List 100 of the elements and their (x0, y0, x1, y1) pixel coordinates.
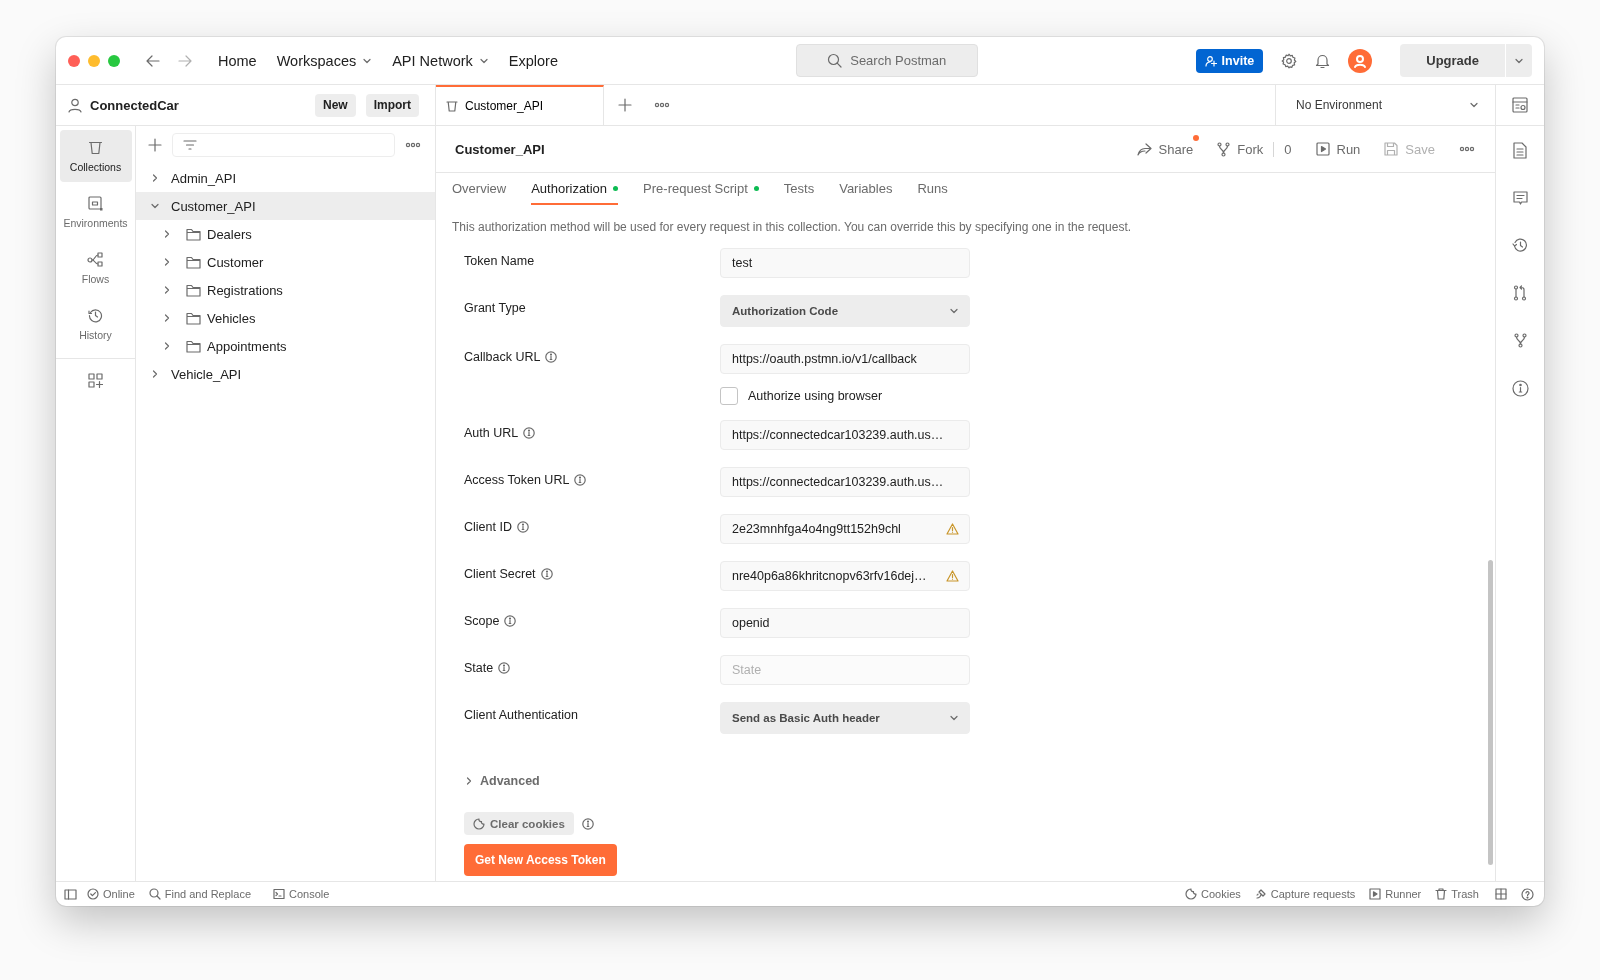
tree-item[interactable]: Dealers (136, 220, 435, 248)
header-button[interactable]: New (314, 93, 356, 117)
field-label: Client Secret (464, 567, 536, 581)
tree-item[interactable]: Vehicle_API (136, 360, 435, 388)
more-icon[interactable] (654, 102, 670, 108)
info-icon (581, 817, 594, 830)
tree-item[interactable]: Vehicles (136, 304, 435, 332)
filter-field[interactable] (172, 133, 395, 157)
play-icon (1315, 142, 1330, 156)
flow-icon (87, 251, 104, 267)
status-bar-item[interactable]: Find and Replace (148, 888, 252, 900)
input-field[interactable]: openid (720, 608, 970, 638)
tree-item[interactable]: Appointments (136, 332, 435, 360)
field-label: State (464, 661, 494, 675)
chevron-down-icon (949, 306, 959, 316)
status-bar-item[interactable]: Console (273, 888, 330, 900)
notifications-icon[interactable] (1315, 52, 1331, 69)
input-field[interactable]: https://connectedcar103239.auth.us… (720, 420, 970, 450)
search-field[interactable]: Search Postman (795, 44, 978, 77)
add-widget-icon[interactable] (88, 373, 103, 388)
toolbar-button[interactable]: Fork (1217, 141, 1264, 157)
clear-cookies-button[interactable]: Clear cookies (464, 812, 574, 835)
folder-icon (186, 339, 201, 353)
tab[interactable]: Customer_API (436, 85, 604, 125)
window-control[interactable] (68, 54, 80, 67)
toolbar-button[interactable]: Share (1136, 141, 1194, 157)
folder-icon (186, 227, 201, 241)
more-icon[interactable] (1459, 146, 1475, 152)
folder-icon (186, 311, 201, 325)
document-icon[interactable] (1513, 142, 1527, 159)
help-icon[interactable] (1521, 887, 1534, 901)
advanced-toggle[interactable]: Advanced (464, 774, 1495, 788)
input-field[interactable]: https://oauth.pstmn.io/v1/callback (720, 344, 970, 374)
filter-icon (183, 139, 197, 151)
invite-button[interactable]: Invite (1195, 48, 1264, 73)
workspace-name: ConnectedCar (90, 97, 179, 113)
tab[interactable]: Tests (783, 173, 815, 205)
tab[interactable]: Runs (917, 173, 948, 205)
nav-link[interactable]: API Network (392, 48, 489, 73)
back-arrow-icon[interactable] (146, 54, 160, 67)
sidebar-tab[interactable]: Flows (59, 242, 132, 294)
chevron-down-icon (949, 713, 959, 723)
share-icon (1136, 142, 1152, 156)
input-field[interactable]: https://connectedcar103239.auth.us… (720, 467, 970, 497)
status-bar-item[interactable]: Online (87, 888, 135, 900)
play-icon (1369, 888, 1382, 900)
fork-icon (1217, 141, 1231, 157)
nav-link[interactable]: Home (218, 48, 257, 73)
comment-icon[interactable] (1512, 191, 1528, 206)
more-icon[interactable] (405, 142, 421, 148)
tree-item[interactable]: Customer_API (136, 192, 435, 220)
header-button[interactable]: Import (365, 93, 419, 117)
dropdown[interactable]: Send as Basic Auth header (720, 702, 970, 734)
sidebar-tab[interactable]: Collections (59, 130, 132, 182)
folder-icon (186, 255, 201, 269)
status-bar-item[interactable]: Runner (1369, 888, 1422, 900)
nav-link[interactable]: Workspaces (276, 48, 373, 73)
settings-icon[interactable] (1281, 52, 1298, 69)
tab[interactable]: Overview (452, 173, 507, 205)
status-bar-item[interactable]: Capture requests (1254, 888, 1356, 900)
tree-item[interactable]: Admin_API (136, 164, 435, 192)
toolbar-button[interactable]: Run (1315, 141, 1361, 157)
tab[interactable]: Pre-request Script (643, 173, 759, 205)
input-field[interactable]: 2e23mnhfga4o4ng9tt152h9chl (720, 514, 970, 544)
field-label: Access Token URL (464, 473, 570, 487)
status-bar-item[interactable]: Trash (1435, 888, 1479, 900)
chevron-right-icon (162, 229, 172, 239)
pull-request-icon[interactable] (1513, 285, 1527, 301)
person-icon (1353, 53, 1368, 68)
field-label: Token Name (464, 254, 535, 268)
count: 0 (1273, 141, 1292, 157)
sidebar-tab[interactable]: History (59, 298, 132, 350)
nav-link[interactable]: Explore (508, 48, 558, 73)
checkbox[interactable] (720, 387, 738, 405)
fork-icon[interactable] (1513, 333, 1527, 348)
folder-icon (186, 283, 201, 297)
chevron-right-icon (162, 313, 172, 323)
chevron-right-icon (464, 776, 474, 786)
dropdown[interactable]: Authorization Code (720, 295, 970, 327)
field-label: Grant Type (464, 301, 526, 315)
environment-quick-look-icon[interactable] (1512, 97, 1528, 113)
sidebar-toggle-icon[interactable] (64, 888, 77, 900)
input-field[interactable]: nre40p6a86khritcnopv63rfv16dej… (720, 561, 970, 591)
sidebar-tab[interactable]: Environments (59, 186, 132, 238)
tree-item[interactable]: Customer (136, 248, 435, 276)
tree-item[interactable]: Registrations (136, 276, 435, 304)
history-icon[interactable] (1512, 238, 1528, 253)
chevron-right-icon (150, 173, 160, 183)
field-label: Callback URL (464, 350, 541, 364)
checkbox-label: Authorize using browser (748, 389, 883, 403)
info-icon[interactable] (1511, 380, 1529, 397)
user-icon (68, 97, 82, 113)
trash-bin-icon (88, 139, 103, 155)
status-bar-item[interactable]: Cookies (1185, 888, 1241, 900)
tab[interactable]: Authorization (531, 173, 619, 205)
input-field[interactable]: test (720, 248, 970, 278)
layout-icon[interactable] (1495, 888, 1507, 900)
field-label: Client ID (464, 520, 512, 534)
tab[interactable]: Variables (839, 173, 893, 205)
chevron-right-icon (162, 341, 172, 351)
